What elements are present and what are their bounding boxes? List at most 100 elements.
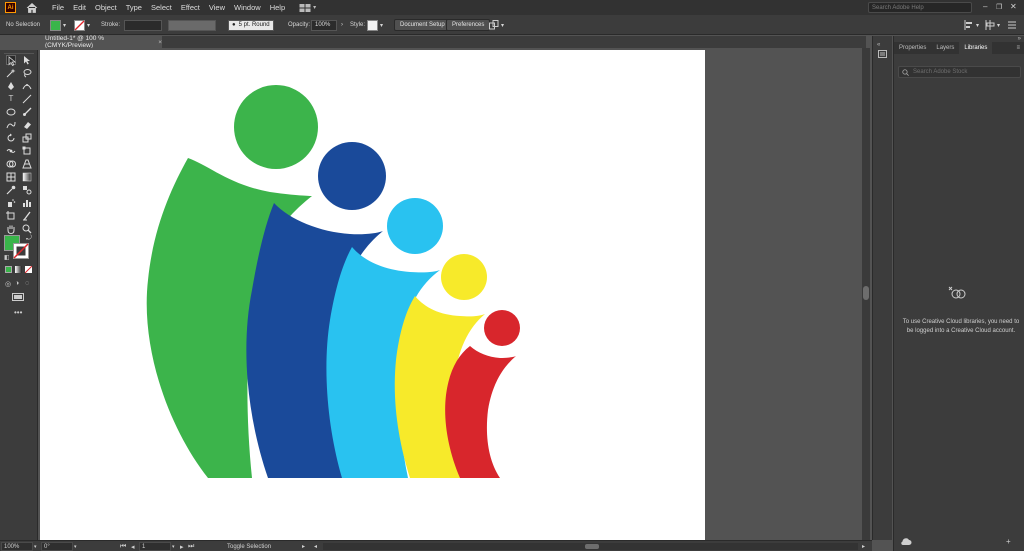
document-tab[interactable]: Untitled-1* @ 100 % (CMYK/Preview) × — [40, 35, 162, 49]
opacity-field[interactable]: 100% — [311, 19, 337, 31]
menu-object[interactable]: Object — [95, 3, 117, 12]
draw-normal-icon[interactable]: ◎ — [5, 280, 11, 288]
restore-icon[interactable]: ❐ — [996, 3, 1002, 11]
minimize-icon[interactable]: – — [983, 2, 987, 11]
scrollbar-thumb[interactable] — [585, 544, 599, 549]
stroke-weight-field[interactable] — [124, 19, 162, 31]
menu-effect[interactable]: Effect — [181, 3, 200, 12]
default-colors-icon[interactable]: ◧ — [4, 254, 10, 261]
symbol-sprayer-tool-icon[interactable] — [6, 198, 16, 208]
line-segment-tool-icon[interactable] — [22, 94, 32, 104]
menu-edit[interactable]: Edit — [73, 3, 86, 12]
column-graph-tool-icon[interactable] — [22, 198, 32, 208]
horizontal-scrollbar[interactable] — [323, 543, 858, 550]
transform-icon[interactable] — [985, 20, 995, 30]
chevron-down-icon[interactable]: ▾ — [997, 22, 1000, 29]
zoom-level-field[interactable]: 100% — [1, 542, 33, 551]
rotate-tool-icon[interactable] — [6, 133, 16, 143]
type-tool-icon[interactable]: T — [6, 94, 16, 104]
scrollbar-thumb[interactable] — [863, 286, 869, 300]
curvature-tool-icon[interactable] — [22, 81, 32, 91]
hand-tool-icon[interactable] — [6, 224, 16, 235]
draw-inside-icon[interactable]: ◌ — [25, 280, 29, 287]
arrange-documents-icon[interactable] — [299, 3, 311, 13]
status-text[interactable]: Toggle Selection — [227, 542, 271, 551]
tab-libraries[interactable]: Libraries — [959, 42, 993, 54]
chevron-down-icon[interactable]: ▾ — [87, 22, 90, 29]
chevron-down-icon[interactable]: ▾ — [313, 4, 316, 11]
edit-toolbar-icon[interactable]: ••• — [14, 308, 22, 317]
artboard-tool-icon[interactable] — [6, 211, 16, 221]
magic-wand-tool-icon[interactable] — [6, 68, 16, 78]
toolbar-grip[interactable] — [4, 50, 34, 54]
chevron-down-icon[interactable]: ▾ — [63, 22, 66, 29]
properties-panel-icon[interactable] — [878, 50, 887, 58]
zoom-tool-icon[interactable] — [22, 224, 32, 234]
scale-tool-icon[interactable] — [22, 133, 32, 143]
panel-menu-icon[interactable]: ≡ — [1011, 42, 1024, 54]
menu-select[interactable]: Select — [151, 3, 172, 12]
menu-window[interactable]: Window — [234, 3, 261, 12]
menu-help[interactable]: Help — [270, 3, 285, 12]
help-search-input[interactable]: Search Adobe Help — [868, 2, 972, 13]
library-search-input[interactable]: Search Adobe Stock — [898, 66, 1021, 78]
home-icon[interactable] — [26, 2, 38, 14]
free-transform-tool-icon[interactable] — [22, 146, 32, 156]
collapse-panels-icon[interactable]: « — [877, 42, 880, 48]
align-icon[interactable] — [964, 20, 974, 30]
close-tab-icon[interactable]: × — [158, 39, 162, 46]
scroll-right-icon[interactable]: ▸ — [862, 542, 865, 551]
slice-tool-icon[interactable] — [22, 211, 32, 221]
chevron-down-icon[interactable]: ▾ — [172, 542, 175, 551]
chevron-down-icon[interactable]: ▾ — [34, 542, 37, 551]
selection-tool-icon[interactable] — [6, 55, 17, 67]
artboard[interactable] — [40, 50, 705, 540]
scroll-left-icon[interactable]: ◂ — [314, 542, 317, 551]
eyedropper-tool-icon[interactable] — [6, 185, 16, 195]
none-mode-icon[interactable] — [24, 265, 33, 274]
preferences-button[interactable]: Preferences — [446, 19, 491, 31]
draw-behind-icon[interactable]: ◑ — [15, 280, 19, 287]
mesh-tool-icon[interactable] — [6, 172, 16, 182]
gradient-mode-icon[interactable] — [15, 266, 22, 273]
chevron-down-icon[interactable]: ▾ — [501, 22, 504, 29]
menu-type[interactable]: Type — [126, 3, 142, 12]
perspective-grid-tool-icon[interactable] — [22, 159, 32, 169]
document-setup-button[interactable]: Document Setup — [394, 19, 451, 31]
menu-file[interactable]: File — [52, 3, 64, 12]
cloud-sync-icon[interactable] — [900, 538, 912, 546]
warp-tool-icon[interactable] — [6, 146, 16, 156]
lasso-tool-icon[interactable] — [22, 68, 32, 78]
swap-fill-stroke-icon[interactable]: ⤾ — [26, 235, 32, 243]
stroke-none-swatch[interactable] — [74, 19, 85, 31]
shape-builder-tool-icon[interactable] — [6, 159, 16, 169]
status-menu-icon[interactable]: ▸ — [302, 542, 305, 551]
variable-width-profile[interactable] — [168, 19, 216, 31]
paintbrush-tool-icon[interactable] — [22, 107, 32, 117]
previous-artboard-icon[interactable]: ◂ — [131, 542, 135, 551]
chevron-right-icon[interactable]: › — [341, 22, 343, 28]
tab-properties[interactable]: Properties — [894, 42, 931, 54]
blend-tool-icon[interactable] — [22, 185, 32, 195]
family-logo-artwork[interactable] — [40, 50, 705, 540]
tab-layers[interactable]: Layers — [931, 42, 959, 54]
gradient-tool-icon[interactable] — [22, 172, 32, 182]
screen-mode-icon[interactable] — [12, 293, 24, 301]
fill-color-swatch[interactable] — [50, 19, 61, 31]
artboard-number-field[interactable]: 1 — [139, 542, 171, 551]
canvas-area[interactable] — [40, 48, 866, 540]
add-item-icon[interactable]: + — [1006, 537, 1011, 546]
last-artboard-icon[interactable]: ⏭ — [188, 542, 194, 551]
graphic-style-swatch[interactable] — [367, 19, 378, 31]
chevron-down-icon[interactable]: ▾ — [74, 542, 77, 551]
vertical-scrollbar[interactable] — [862, 48, 870, 540]
color-mode-icon[interactable] — [5, 266, 12, 273]
close-icon[interactable]: ✕ — [1010, 2, 1017, 11]
first-artboard-icon[interactable]: ⏮ — [120, 542, 126, 551]
next-artboard-icon[interactable]: ▸ — [180, 542, 184, 551]
ellipse-tool-icon[interactable] — [6, 107, 16, 117]
eraser-tool-icon[interactable] — [22, 120, 32, 130]
pen-tool-icon[interactable] — [6, 81, 16, 91]
panel-menu-icon[interactable] — [1007, 20, 1017, 30]
arrange-icon[interactable] — [489, 20, 499, 30]
